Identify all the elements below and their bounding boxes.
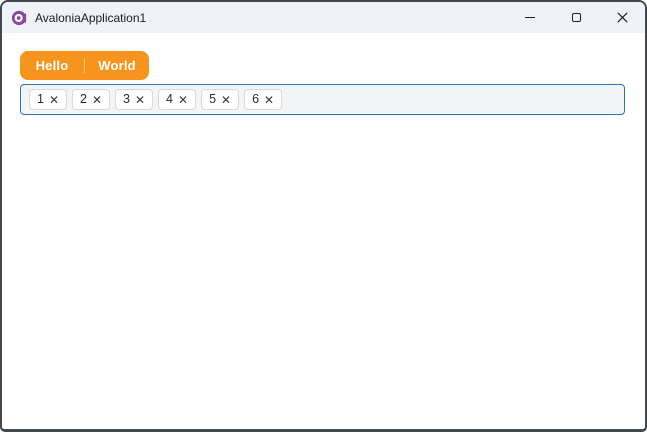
- chip-remove-button[interactable]: ✕: [178, 94, 188, 106]
- tab-world[interactable]: World: [85, 51, 149, 80]
- chip-value: 1: [37, 92, 44, 107]
- chip-item-3[interactable]: 3 ✕: [115, 89, 154, 110]
- close-icon: [616, 12, 628, 23]
- app-window: AvaloniaApplication1 Hello World 1 ✕ 2 ✕…: [0, 0, 647, 432]
- chip-item-1[interactable]: 1 ✕: [29, 89, 68, 110]
- close-button[interactable]: [599, 2, 645, 33]
- chip-input[interactable]: 1 ✕ 2 ✕ 3 ✕ 4 ✕ 5 ✕ 6 ✕: [20, 84, 625, 115]
- chip-value: 4: [166, 92, 173, 107]
- chip-remove-button[interactable]: ✕: [135, 94, 145, 106]
- chip-remove-button[interactable]: ✕: [92, 94, 102, 106]
- chip-remove-button[interactable]: ✕: [49, 94, 59, 106]
- avalonia-logo-icon: [11, 10, 27, 25]
- minimize-icon: [525, 17, 535, 18]
- minimize-button[interactable]: [507, 2, 553, 33]
- window-title: AvaloniaApplication1: [35, 10, 147, 25]
- maximize-button[interactable]: [553, 2, 599, 33]
- tab-hello[interactable]: Hello: [20, 51, 84, 80]
- chip-remove-button[interactable]: ✕: [221, 94, 231, 106]
- chip-value: 2: [80, 92, 87, 107]
- chip-item-5[interactable]: 5 ✕: [201, 89, 240, 110]
- chip-item-4[interactable]: 4 ✕: [158, 89, 197, 110]
- chip-value: 6: [252, 92, 260, 107]
- chip-value: 5: [209, 92, 217, 107]
- maximize-icon: [571, 13, 581, 22]
- chip-remove-button[interactable]: ✕: [264, 94, 274, 106]
- caption-buttons: [507, 2, 645, 33]
- chip-value: 3: [123, 92, 130, 107]
- titlebar[interactable]: AvaloniaApplication1: [2, 2, 645, 33]
- content-area: Hello World 1 ✕ 2 ✕ 3 ✕ 4 ✕ 5 ✕ 6 ✕: [2, 33, 645, 429]
- chip-item-2[interactable]: 2 ✕: [72, 89, 111, 110]
- tabstrip: Hello World: [20, 51, 149, 80]
- chip-item-6[interactable]: 6 ✕: [244, 89, 283, 110]
